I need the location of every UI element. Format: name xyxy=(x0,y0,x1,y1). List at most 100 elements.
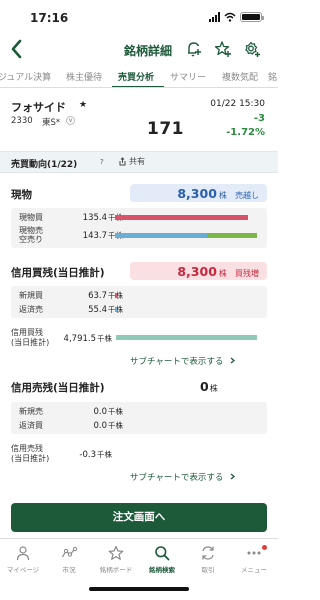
stock-name: フォサイド xyxy=(11,101,66,114)
order-screen-button[interactable]: 注文画面へ xyxy=(11,503,267,532)
spot-buy-label: 現物買 xyxy=(19,213,43,222)
favorite-star-icon[interactable]: ★ xyxy=(79,100,87,110)
spot-sell-value: 143.7千株 xyxy=(61,230,123,241)
tab-shareholder-benefits[interactable]: 株主優待 xyxy=(66,70,102,83)
spot-status: 売越し xyxy=(235,191,259,200)
gear-plus-icon[interactable] xyxy=(243,40,261,58)
margin-repay-sell-value: 55.4千株 xyxy=(61,304,123,315)
margin-new-sell-unit: 千株 xyxy=(108,407,123,416)
stock-price: 171 xyxy=(147,119,184,139)
bottom-tab-bar: マイページ 市況 銘柄ボード 銘柄検索 取引 メニュー xyxy=(0,538,278,578)
tab-stock[interactable]: 銘 xyxy=(268,70,277,83)
spot-buy-number: 135.4 xyxy=(82,213,107,223)
margin-new-sell-value: 0.0千株 xyxy=(61,406,123,417)
margin-sell-balance-number: -0.3 xyxy=(79,450,96,460)
margin-repay-sell-label: 返済売 xyxy=(19,305,43,314)
margin-repay-sell-bar xyxy=(115,307,117,312)
help-icon[interactable]: ? xyxy=(100,158,104,166)
margin-buy-balance-value: 4,791.5千株 xyxy=(50,333,112,344)
margin-new-buy-number: 63.7 xyxy=(88,291,107,301)
margin-sell-balance-label-2: (当日推計) xyxy=(11,454,50,463)
spot-sell-label-2: 空売り xyxy=(19,235,43,244)
margin-new-buy-label: 新規買 xyxy=(19,291,43,300)
tabbar-label-menu: メニュー xyxy=(241,566,267,574)
star-icon xyxy=(108,545,124,560)
margin-buy-balance-unit: 千株 xyxy=(97,334,112,343)
wifi-icon xyxy=(224,12,236,22)
margin-buy-box: 新規買 63.7千株 返済売 55.4千株 xyxy=(11,286,267,318)
margin-sell-title: 信用売残(当日推計) xyxy=(11,382,105,394)
margin-buy-subchart-link[interactable]: サブチャートで表示する xyxy=(130,355,236,367)
status-bar: 17:16 xyxy=(0,0,278,34)
margin-sell-subchart-link[interactable]: サブチャートで表示する xyxy=(130,471,236,483)
tab-multi-quotes[interactable]: 複数気配 xyxy=(222,70,258,83)
trade-icon xyxy=(202,546,214,560)
spot-box: 現物買 135.4千株 現物売 空売り 143.7千株 xyxy=(11,208,267,248)
person-icon xyxy=(16,546,30,561)
margin-sell-balance-value: -0.3千株 xyxy=(50,449,112,460)
margin-buy-unit: 株 xyxy=(218,269,227,278)
tabbar-item-stock-search[interactable]: 銘柄検索 xyxy=(139,545,185,574)
tabbar-label-stock-board: 銘柄ボード xyxy=(99,566,133,574)
share-button[interactable]: 共有 xyxy=(118,156,145,167)
spot-buy-value: 135.4千株 xyxy=(61,212,123,223)
active-tab-indicator xyxy=(112,86,164,87)
share-icon xyxy=(119,157,126,166)
margin-repay-sell-number: 55.4 xyxy=(88,305,107,315)
home-indicator xyxy=(89,587,189,591)
margin-sell-balance-label-1: 信用売残 xyxy=(11,444,43,453)
stock-change: -3 xyxy=(253,113,265,124)
margin-repay-buy-unit: 千株 xyxy=(108,421,123,430)
margin-buy-status: 買残増 xyxy=(235,269,259,278)
margin-repay-buy-label: 返済買 xyxy=(19,421,43,430)
status-icons xyxy=(209,12,264,22)
tab-summary[interactable]: サマリー xyxy=(170,70,206,83)
margin-sell-balance-unit: 千株 xyxy=(97,450,112,459)
stock-code: 2330 xyxy=(11,116,33,126)
margin-buy-balance-label-1: 信用買残 xyxy=(11,328,43,337)
share-label: 共有 xyxy=(129,157,145,166)
margin-buy-subchart-label: サブチャートで表示する xyxy=(130,357,224,367)
margin-new-buy-value: 63.7千株 xyxy=(61,290,123,301)
spot-unit: 株 xyxy=(218,191,227,200)
search-icon xyxy=(155,546,170,561)
stock-market[interactable]: 東S* xyxy=(42,116,60,128)
spot-sell-label-1: 現物売 xyxy=(19,226,43,235)
margin-sell-subchart-label: サブチャートで表示する xyxy=(130,473,224,483)
trend-title: 売買動向(1/22) xyxy=(11,160,78,170)
signal-icon xyxy=(209,12,220,22)
margin-new-sell-number: 0.0 xyxy=(93,407,107,417)
spot-sell-number: 143.7 xyxy=(82,231,107,241)
tabbar-item-menu[interactable]: メニュー xyxy=(231,545,277,574)
tabbar-item-stock-board[interactable]: 銘柄ボード xyxy=(93,545,139,574)
menu-icon xyxy=(247,551,261,555)
tabbar-label-trade: 取引 xyxy=(201,566,215,574)
spot-short-bar xyxy=(207,233,257,238)
star-plus-icon[interactable] xyxy=(214,40,232,58)
margin-sell-box: 新規売 0.0千株 返済買 0.0千株 xyxy=(11,402,267,434)
margin-sell-total: 0株 xyxy=(200,379,218,394)
tabbar-item-trade[interactable]: 取引 xyxy=(185,545,231,574)
spot-buy-bar xyxy=(115,215,248,220)
stock-time: 01/22 15:30 xyxy=(210,99,265,109)
battery-icon xyxy=(240,12,264,22)
margin-buy-balance-bar xyxy=(116,335,257,340)
margin-sell-value: 0 xyxy=(200,379,209,394)
stock-change-pct: -1.72% xyxy=(226,127,265,138)
market-chevron-down-icon[interactable]: v xyxy=(66,116,75,125)
tab-visual-earnings[interactable]: ジュアル決算 xyxy=(0,70,51,83)
tab-trade-analysis[interactable]: 売買分析 xyxy=(118,70,154,83)
tabbar-item-mypage[interactable]: マイページ xyxy=(0,545,46,574)
tabbar-item-market[interactable]: 市況 xyxy=(46,545,92,574)
margin-repay-buy-value: 0.0千株 xyxy=(61,420,123,431)
margin-buy-status-badge: 8,300 株 買残増 xyxy=(130,262,267,280)
spot-value: 8,300 xyxy=(177,186,217,201)
tabbar-label-stock-search: 銘柄検索 xyxy=(149,566,175,574)
margin-repay-buy-number: 0.0 xyxy=(93,421,107,431)
status-time: 17:16 xyxy=(30,11,69,25)
bell-plus-icon[interactable] xyxy=(185,40,203,58)
tabbar-label-market: 市況 xyxy=(62,566,76,574)
tab-bar: ジュアル決算 株主優待 売買分析 サマリー 複数気配 銘 xyxy=(0,66,278,88)
margin-sell-unit: 株 xyxy=(209,384,218,393)
nav-bar: 銘柄詳細 xyxy=(0,34,278,64)
